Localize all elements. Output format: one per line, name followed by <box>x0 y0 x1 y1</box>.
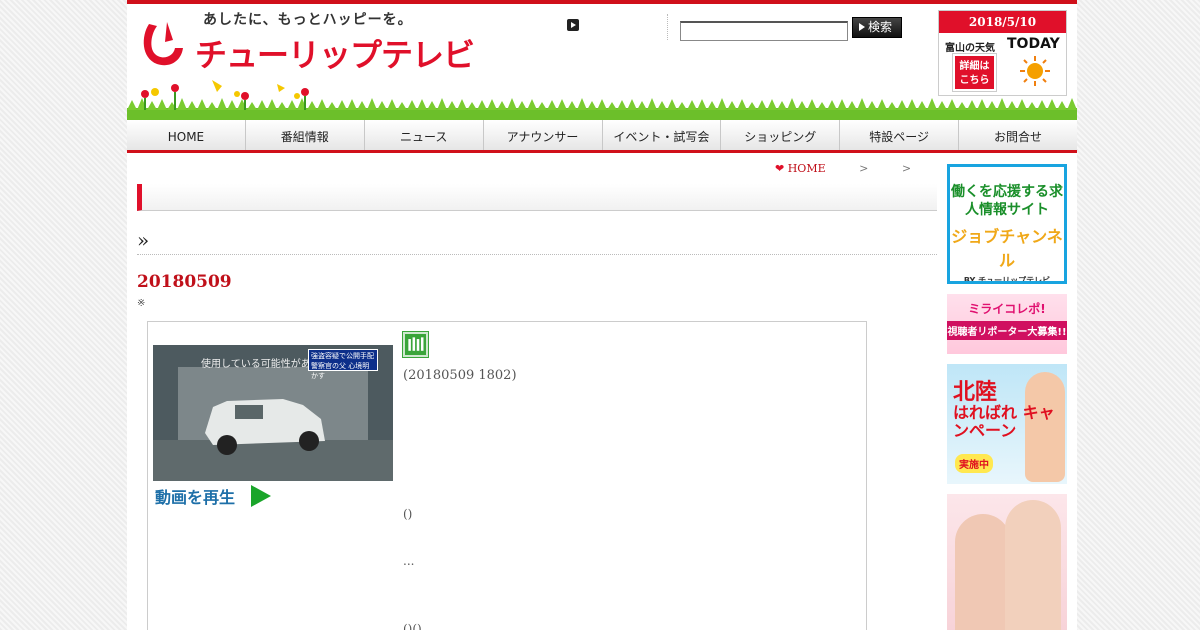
reporter-banner-title: ミライコレポ! <box>968 302 1046 316</box>
breadcrumb-home[interactable]: HOME <box>788 162 826 175</box>
search-divider <box>667 14 668 40</box>
hokuriku-campaign-banner[interactable]: 北陸 はればれ キャンペーン 実施中 <box>947 364 1067 484</box>
video-thumbnail[interactable]: 使用している可能性がある 強盗容疑で公開手配 警察官の父 心境明かす <box>153 345 393 481</box>
announcer-banner[interactable] <box>947 494 1067 630</box>
breadcrumb-separator: > <box>859 162 869 175</box>
nnn-news-icon <box>402 331 429 358</box>
play-arrow-icon[interactable] <box>251 485 271 507</box>
weather-prefecture: 富山の天気 <box>945 43 995 54</box>
main-nav: HOME 番組情報 ニュース アナウンサー イベント・試写会 ショッピング 特設… <box>127 120 1077 153</box>
nav-announcers[interactable]: アナウンサー <box>483 120 603 150</box>
article-text-line: () <box>403 507 413 521</box>
search-button[interactable]: 検索 <box>852 17 902 38</box>
article-text-line: ()() <box>403 622 422 630</box>
nav-news[interactable]: ニュース <box>364 120 484 150</box>
article-date-title: 20180509 <box>137 272 232 292</box>
job-channel-banner[interactable]: 働くを応援する求人情報サイト ジョブチャンネル BY チューリップテレビ <box>947 164 1067 284</box>
reporter-banner[interactable]: ミライコレポ! 視聴者リポーター大募集!! <box>947 294 1067 354</box>
nav-shopping[interactable]: ショッピング <box>721 120 841 150</box>
nav-special[interactable]: 特設ページ <box>840 120 960 150</box>
nav-contact[interactable]: お問合せ <box>959 120 1077 150</box>
breadcrumb: ❤ HOME > > <box>775 162 911 175</box>
announcer-photo <box>955 514 1011 630</box>
article-text-line: ... <box>403 554 415 568</box>
thumbnail-news-label: 強盗容疑で公開手配 警察官の父 心境明かす <box>308 349 378 380</box>
play-video-link[interactable]: 動画を再生 <box>155 484 235 508</box>
triangle-right-icon <box>859 23 865 31</box>
grass-decoration <box>127 80 1077 120</box>
reporter-banner-text: 視聴者リポーター大募集!! <box>947 321 1067 340</box>
breadcrumb-separator: > <box>901 162 912 175</box>
audio-play-icon[interactable] <box>567 19 579 31</box>
job-banner-headline: 働くを応援する求人情報サイト <box>951 184 1063 218</box>
job-banner-byline: BY チューリップテレビ <box>963 276 1051 284</box>
nav-events[interactable]: イベント・試写会 <box>602 120 722 150</box>
weather-date: 2018/5/10 <box>939 11 1066 33</box>
weather-today-label: TODAY <box>1007 36 1060 52</box>
logo-tagline: あしたに、もっとハッピーを。 <box>203 12 413 28</box>
thumbnail-caption: 使用している可能性がある <box>201 359 321 370</box>
page-container: あしたに、もっとハッピーを。 チューリップテレビ 検索 2018/5/10 富山… <box>127 0 1077 630</box>
search-input[interactable] <box>680 21 848 41</box>
hokuriku-banner-badge: 実施中 <box>955 454 993 473</box>
tulip-small-icon: ❤ <box>775 162 785 175</box>
hokuriku-banner-subtitle: はればれ キャンペーン <box>953 403 1055 440</box>
nav-programs[interactable]: 番組情報 <box>245 120 365 150</box>
page-title-bar <box>137 184 937 211</box>
news-article-box: 使用している可能性がある 強盗容疑で公開手配 警察官の父 心境明かす 動画を再生… <box>147 321 867 630</box>
article-note: ※ <box>137 298 146 309</box>
announcer-photo <box>1005 500 1061 630</box>
tulip-logo-icon[interactable] <box>139 18 187 72</box>
site-logo[interactable]: チューリップテレビ <box>195 30 475 76</box>
hokuriku-banner-title: 北陸 <box>953 380 998 405</box>
divider <box>137 254 937 255</box>
article-timestamp: (20180509 1802) <box>403 368 517 383</box>
nav-home[interactable]: HOME <box>127 120 246 150</box>
job-banner-title: ジョブチャンネル <box>951 227 1063 270</box>
section-marker: » <box>137 228 150 252</box>
